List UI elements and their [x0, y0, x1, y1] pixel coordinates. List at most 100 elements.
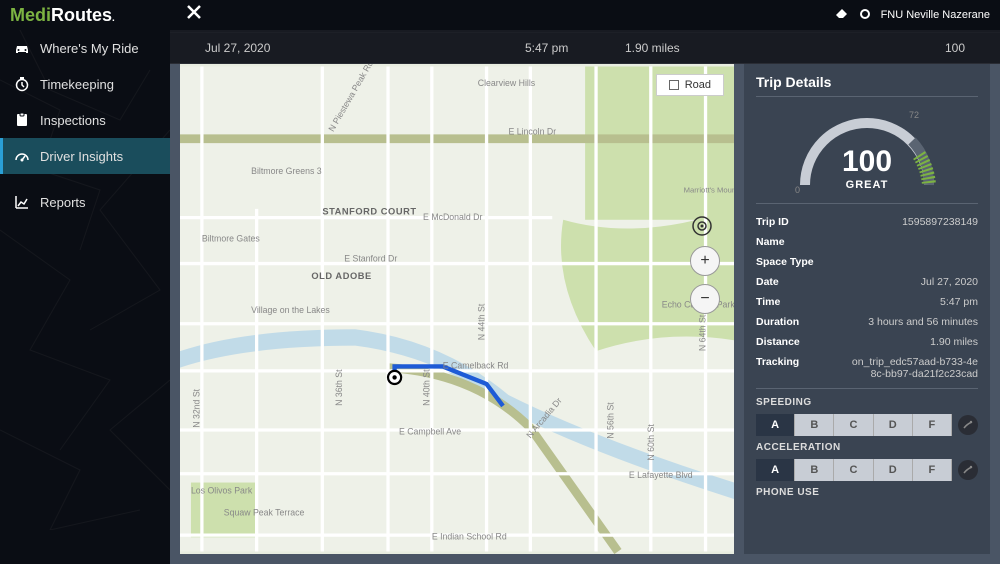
- detail-value: 1595897238149: [902, 216, 978, 228]
- grade-row: ABCDF: [756, 414, 978, 436]
- grade-cell-d[interactable]: D: [874, 414, 913, 436]
- sidebar-item-inspections[interactable]: Inspections: [0, 102, 170, 138]
- svg-text:N 60th St: N 60th St: [646, 424, 656, 461]
- car-icon: [14, 40, 30, 56]
- gauge-tick: 72: [909, 110, 919, 120]
- trip-details-panel: Trip Details 100 GREAT 0 72 Trip ID15958…: [744, 64, 990, 554]
- svg-text:Biltmore Greens 3: Biltmore Greens 3: [251, 166, 322, 176]
- zoom-in-button[interactable]: +: [690, 246, 720, 276]
- grade-section: PHONE USE: [756, 487, 978, 498]
- trip-score: 100: [945, 41, 965, 55]
- detail-value: on_trip_edc57aad-b733-4e8c-bb97-da21f2c2…: [848, 356, 978, 380]
- header: MediRoutes. FNU Neville Nazerane: [0, 0, 1000, 30]
- grade-badge-icon: [958, 415, 978, 435]
- detail-value: Jul 27, 2020: [921, 276, 978, 288]
- detail-label: Time: [756, 296, 780, 308]
- locate-icon[interactable]: [690, 214, 714, 238]
- svg-text:STANFORD COURT: STANFORD COURT: [322, 206, 416, 216]
- trip-time: 5:47 pm: [525, 41, 625, 55]
- svg-text:Marriott's Mountain Shadows Re: Marriott's Mountain Shadows Resort & Clu…: [684, 185, 734, 194]
- close-icon[interactable]: [185, 3, 203, 27]
- trip-row-partial[interactable]: [170, 30, 1000, 33]
- map-zoom-controls: + −: [690, 214, 720, 314]
- detail-row: Time5:47 pm: [756, 292, 978, 312]
- svg-text:E Lafayette Blvd: E Lafayette Blvd: [629, 470, 693, 480]
- svg-text:OLD ADOBE: OLD ADOBE: [311, 271, 371, 281]
- detail-row: Duration3 hours and 56 minutes: [756, 312, 978, 332]
- detail-label: Space Type: [756, 256, 814, 268]
- grade-title: ACCELERATION: [756, 442, 978, 453]
- divider: [756, 203, 978, 204]
- svg-text:E Camelback Rd: E Camelback Rd: [443, 361, 509, 371]
- grade-title: SPEEDING: [756, 397, 978, 408]
- gauge: 100 GREAT 0 72: [756, 105, 978, 195]
- grade-cell-c[interactable]: C: [834, 459, 873, 481]
- grade-cell-d[interactable]: D: [874, 459, 913, 481]
- detail-label: Name: [756, 236, 785, 248]
- svg-text:E Lincoln Dr: E Lincoln Dr: [508, 126, 556, 136]
- svg-text:N 32nd St: N 32nd St: [192, 388, 202, 427]
- detail-value: 1.90 miles: [930, 336, 978, 348]
- trips-table: Jul 27, 2020 5:47 pm 1.90 miles 100: [170, 30, 1000, 64]
- svg-text:N 44th St: N 44th St: [476, 303, 486, 340]
- sidebar-item-driver-insights[interactable]: Driver Insights: [0, 138, 170, 174]
- detail-row: Tracking on_trip_edc57aad-b733-4e8c-bb97-…: [756, 352, 978, 384]
- grade-badge-icon: [958, 460, 978, 480]
- grade-section: SPEEDING ABCDF: [756, 397, 978, 436]
- grade-cell-a[interactable]: A: [756, 459, 795, 481]
- trip-distance: 1.90 miles: [625, 41, 945, 55]
- sidebar-item-wheres-my-ride[interactable]: Where's My Ride: [0, 30, 170, 66]
- clipboard-icon: [14, 112, 30, 128]
- sidebar-item-label: Where's My Ride: [40, 41, 139, 56]
- map-type-road-button[interactable]: Road: [656, 74, 724, 96]
- grade-cell-b[interactable]: B: [795, 459, 834, 481]
- detail-row: Distance 1.90 miles: [756, 332, 978, 352]
- grade-cell-a[interactable]: A: [756, 414, 795, 436]
- sidebar-item-reports[interactable]: Reports: [0, 184, 170, 220]
- sidebar-item-label: Timekeeping: [40, 77, 114, 92]
- detail-row: Date Jul 27, 2020: [756, 272, 978, 292]
- sidebar-item-timekeeping[interactable]: Timekeeping: [0, 66, 170, 102]
- svg-text:Los Olivos Park: Los Olivos Park: [191, 485, 253, 495]
- detail-label: Date: [756, 276, 779, 288]
- grade-row: ABCDF: [756, 459, 978, 481]
- svg-text:E Indian School Rd: E Indian School Rd: [432, 531, 507, 541]
- detail-value: 3 hours and 56 minutes: [868, 316, 978, 328]
- chart-icon: [14, 194, 30, 210]
- grade-cell-f[interactable]: F: [913, 459, 952, 481]
- gauge-label: GREAT: [787, 179, 947, 191]
- map-canvas[interactable]: Clearview Hills Biltmore Greens 3 STANFO…: [180, 64, 734, 554]
- grade-cell-c[interactable]: C: [834, 414, 873, 436]
- grade-cell-b[interactable]: B: [795, 414, 834, 436]
- svg-text:Squaw Peak Terrace: Squaw Peak Terrace: [224, 507, 305, 517]
- grade-cell-f[interactable]: F: [913, 414, 952, 436]
- user-name[interactable]: FNU Neville Nazerane: [881, 9, 990, 21]
- detail-label: Distance: [756, 336, 800, 348]
- gauge-icon: [14, 148, 30, 164]
- detail-label: Trip ID: [756, 216, 789, 228]
- grade-title: PHONE USE: [756, 487, 978, 498]
- sidebar-item-label: Driver Insights: [40, 149, 123, 164]
- detail-row: Name: [756, 232, 978, 252]
- detail-label: Tracking: [756, 356, 799, 380]
- zoom-out-button[interactable]: −: [690, 284, 720, 314]
- help-icon[interactable]: [859, 8, 871, 23]
- eraser-icon[interactable]: [835, 8, 849, 23]
- detail-row: Space Type: [756, 252, 978, 272]
- svg-text:N 36th St: N 36th St: [334, 369, 344, 406]
- map-road-label: Road: [685, 79, 711, 91]
- map[interactable]: Clearview Hills Biltmore Greens 3 STANFO…: [180, 64, 734, 554]
- trip-row[interactable]: Jul 27, 2020 5:47 pm 1.90 miles 100: [170, 33, 1000, 64]
- logo-routes: Routes: [51, 5, 112, 25]
- trip-date: Jul 27, 2020: [205, 41, 525, 55]
- detail-row: Trip ID 1595897238149: [756, 212, 978, 232]
- sidebar-item-label: Inspections: [40, 113, 106, 128]
- logo-tm: .: [112, 13, 115, 24]
- divider: [756, 96, 978, 97]
- main: Jul 27, 2020 5:47 pm 1.90 miles 100: [170, 30, 1000, 541]
- square-icon: [669, 80, 679, 90]
- svg-text:Biltmore Gates: Biltmore Gates: [202, 234, 260, 244]
- content: Clearview Hills Biltmore Greens 3 STANFO…: [170, 64, 1000, 564]
- svg-text:Clearview Hills: Clearview Hills: [478, 78, 536, 88]
- gauge-score: 100: [787, 145, 947, 179]
